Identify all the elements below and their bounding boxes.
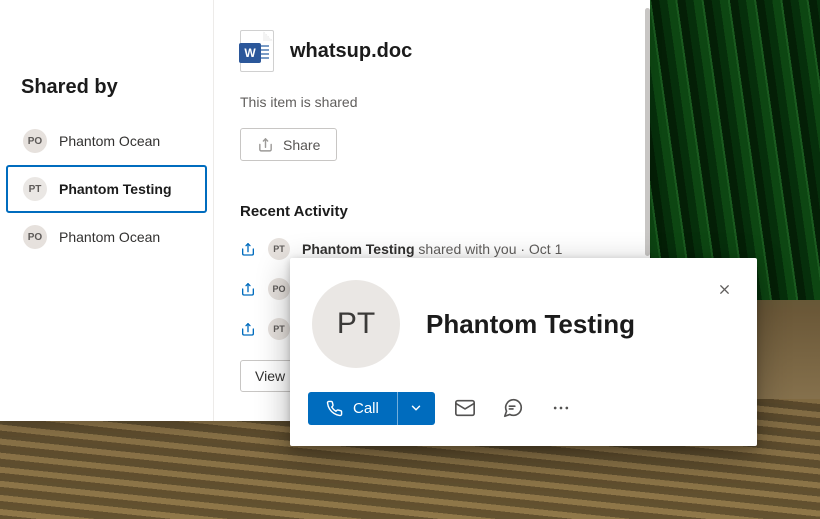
avatar: PT [268,318,290,340]
activity-text: Phantom Testing shared with you · Oct 1 [302,241,562,257]
chat-button[interactable] [495,390,531,426]
chat-icon [502,397,524,419]
more-icon [551,398,571,418]
contact-actions: Call [308,390,579,426]
avatar: PO [23,225,47,249]
more-button[interactable] [543,390,579,426]
file-header: W whatsup.doc [240,30,624,72]
shared-icon [240,321,256,337]
contact-card: PT Phantom Testing Call [290,258,757,446]
sidebar-heading: Shared by [0,76,213,117]
call-button-label: Call [353,400,379,417]
avatar: PT [23,177,47,201]
close-icon [717,282,732,297]
contact-avatar: PT [312,280,400,368]
close-button[interactable] [709,274,739,304]
avatar: PO [268,278,290,300]
person-name: Phantom Ocean [59,133,160,149]
phone-icon [326,400,343,417]
call-dropdown-button[interactable] [397,392,435,425]
person-name: Phantom Testing [59,181,172,197]
contact-name: Phantom Testing [426,309,635,340]
shared-icon [240,281,256,297]
person-name: Phantom Ocean [59,229,160,245]
word-badge-letter: W [244,46,255,60]
share-button[interactable]: Share [240,128,337,161]
sidebar-person-phantom-ocean[interactable]: PO Phantom Ocean [6,117,207,165]
email-button[interactable] [447,390,483,426]
word-document-icon: W [240,30,274,72]
recent-activity-heading: Recent Activity [240,203,624,220]
mail-icon [454,397,476,419]
call-button[interactable]: Call [308,392,397,425]
call-split-button: Call [308,392,435,425]
avatar: PT [268,238,290,260]
shared-icon [240,241,256,257]
share-button-label: Share [283,137,320,153]
chevron-down-icon [409,401,423,415]
sidebar-person-phantom-ocean-2[interactable]: PO Phantom Ocean [6,213,207,261]
activity-row[interactable]: PT Phantom Testing shared with you · Oct… [240,238,624,260]
shared-by-sidebar: Shared by PO Phantom Ocean PT Phantom Te… [0,0,213,421]
avatar: PO [23,129,47,153]
file-name: whatsup.doc [290,40,412,63]
view-button-label: View [255,368,285,384]
scrollbar[interactable] [645,8,650,256]
sidebar-person-phantom-testing[interactable]: PT Phantom Testing [6,165,207,213]
shared-status-text: This item is shared [240,94,624,110]
share-icon [257,136,274,153]
